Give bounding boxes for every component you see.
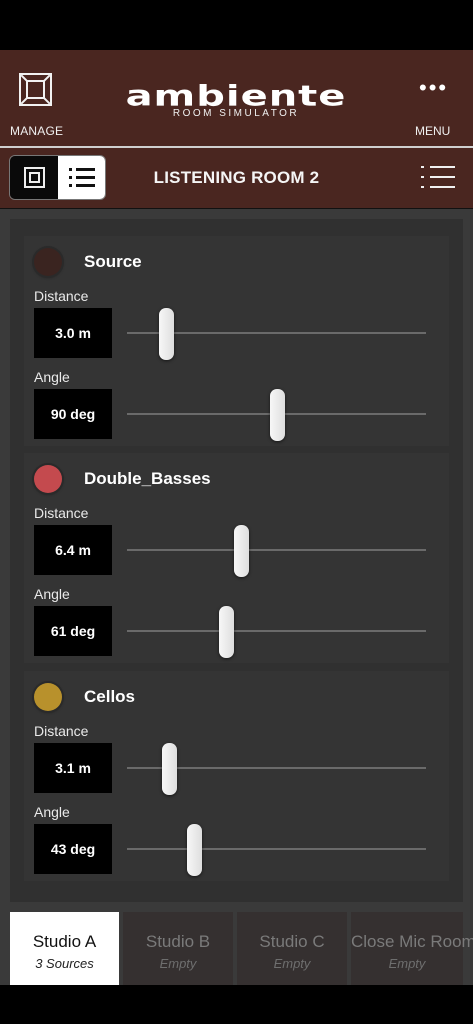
tab-label: Studio B: [145, 932, 211, 951]
slider-thumb[interactable]: [158, 308, 174, 360]
source-name: Cellos: [84, 687, 136, 706]
room-bar: LISTENING ROOM 2: [0, 148, 473, 208]
room-square-icon: [19, 73, 52, 106]
slider-thumb[interactable]: [233, 525, 249, 577]
angle-value[interactable]: 90 deg: [34, 389, 112, 439]
angle-label: Angle: [34, 804, 70, 820]
tab-label: Close Mic Room: [351, 932, 473, 951]
navigation-bar: [0, 985, 473, 1024]
angle-slider[interactable]: [127, 824, 426, 876]
angle-slider[interactable]: [127, 606, 426, 658]
manage-button[interactable]: MANAGE: [0, 50, 76, 146]
distance-slider[interactable]: [127, 743, 426, 795]
tab-close-mic-room[interactable]: Close Mic Room Empty: [351, 912, 473, 985]
tab-label: Studio C: [259, 932, 325, 951]
tab-sublabel: 3 Sources: [35, 956, 94, 971]
app-header: MANAGE ambiente ROOM SIMULATOR ••• MENU: [0, 50, 473, 146]
source-card: Double_Basses Distance 6.4 m Angle 61 de…: [24, 453, 449, 663]
status-bar: [0, 0, 473, 50]
angle-label: Angle: [34, 586, 70, 602]
source-name: Source: [84, 252, 142, 271]
distance-slider[interactable]: [127, 308, 426, 360]
slider-track: [127, 630, 426, 632]
distance-label: Distance: [34, 723, 89, 739]
tab-sublabel: Empty: [273, 956, 311, 971]
slider-thumb[interactable]: [187, 824, 203, 876]
source-color-dot[interactable]: [34, 683, 62, 711]
distance-label: Distance: [34, 505, 89, 521]
angle-value[interactable]: 43 deg: [34, 824, 112, 874]
logo-text: ambiente: [125, 79, 347, 113]
tab-sublabel: Empty: [159, 956, 197, 971]
tab-label: Studio A: [32, 932, 97, 951]
tab-studio-b[interactable]: Studio B Empty: [123, 912, 233, 985]
studio-tabs: Studio A 3 Sources Studio B Empty Studio…: [0, 912, 473, 985]
room-list-button[interactable]: [421, 166, 455, 190]
menu-label: MENU: [415, 124, 451, 138]
angle-value[interactable]: 61 deg: [34, 606, 112, 656]
distance-value[interactable]: 6.4 m: [34, 525, 112, 575]
tab-studio-a[interactable]: Studio A 3 Sources: [10, 912, 119, 985]
distance-value[interactable]: 3.0 m: [34, 308, 112, 358]
app-logo: ambiente ROOM SIMULATOR: [110, 78, 362, 128]
slider-thumb[interactable]: [161, 743, 177, 795]
list-icon: [421, 166, 455, 190]
manage-label: MANAGE: [10, 124, 64, 138]
source-card: Source Distance 3.0 m Angle 90 deg: [24, 236, 449, 446]
angle-slider[interactable]: [127, 389, 426, 441]
distance-label: Distance: [34, 288, 89, 304]
source-name: Double_Basses: [84, 469, 211, 488]
slider-thumb[interactable]: [218, 606, 234, 658]
source-card: Cellos Distance 3.1 m Angle 43 deg: [24, 671, 449, 881]
angle-label: Angle: [34, 369, 70, 385]
menu-button[interactable]: ••• MENU: [397, 50, 473, 146]
ellipsis-icon: •••: [419, 75, 449, 100]
slider-track: [127, 848, 426, 850]
tab-sublabel: Empty: [388, 956, 426, 971]
source-color-dot[interactable]: [34, 465, 62, 493]
sources-panel: Source Distance 3.0 m Angle 90 deg Doubl…: [10, 219, 463, 902]
main-area: Source Distance 3.0 m Angle 90 deg Doubl…: [0, 209, 473, 912]
tab-studio-c[interactable]: Studio C Empty: [237, 912, 347, 985]
distance-value[interactable]: 3.1 m: [34, 743, 112, 793]
source-color-dot[interactable]: [34, 248, 62, 276]
slider-track: [127, 549, 426, 551]
room-title: LISTENING ROOM 2: [153, 168, 320, 187]
distance-slider[interactable]: [127, 525, 426, 577]
slider-thumb[interactable]: [269, 389, 285, 441]
